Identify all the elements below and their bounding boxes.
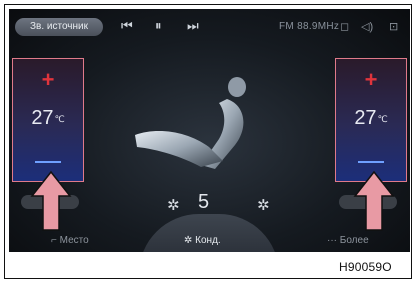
- more-tab[interactable]: ··· Более: [327, 235, 369, 246]
- seat-illustration: [135, 77, 246, 169]
- pause-icon[interactable]: ⏸: [155, 17, 162, 35]
- right-up-arrow: [353, 170, 395, 231]
- right-temperature-panel[interactable]: + 27℃: [335, 58, 407, 182]
- fan-decrease-icon[interactable]: ✲: [167, 196, 180, 214]
- previous-track-icon[interactable]: ⏮: [121, 17, 133, 35]
- bottom-center-highlight: [139, 214, 279, 252]
- right-temp-value: 27℃: [354, 107, 388, 129]
- next-track-icon[interactable]: ⏭: [187, 17, 199, 35]
- radio-frequency: FM 88.9MHz: [279, 21, 340, 32]
- left-temp-value: 27℃: [31, 107, 65, 129]
- settings-icon[interactable]: ⊡: [389, 18, 398, 36]
- climate-tab[interactable]: ✲ Конд.: [184, 235, 221, 246]
- fan-increase-icon[interactable]: ✲: [257, 196, 270, 214]
- right-temp-decrease-button[interactable]: [358, 161, 384, 163]
- headrest-icon: [228, 77, 246, 97]
- left-temp-decrease-button[interactable]: [35, 161, 61, 163]
- left-temp-increase-button[interactable]: +: [13, 67, 83, 93]
- volume-icon[interactable]: ◁): [361, 18, 373, 36]
- left-up-arrow: [30, 170, 72, 231]
- display-icon[interactable]: ◻: [340, 18, 349, 36]
- audio-source-button[interactable]: Зв. источник: [15, 18, 103, 36]
- left-temperature-panel[interactable]: + 27℃: [12, 58, 84, 182]
- top-bar: Зв. источник ⏮ ⏸ ⏭ FM 88.9MHz ◻ ◁) ⊡: [9, 9, 410, 43]
- figure-code: H90059O: [339, 260, 392, 274]
- right-temp-increase-button[interactable]: +: [336, 67, 406, 93]
- seat-cushion: [135, 131, 223, 167]
- fan-speed-value: 5: [198, 191, 210, 213]
- seat-tab[interactable]: ⌐ Место: [51, 235, 89, 246]
